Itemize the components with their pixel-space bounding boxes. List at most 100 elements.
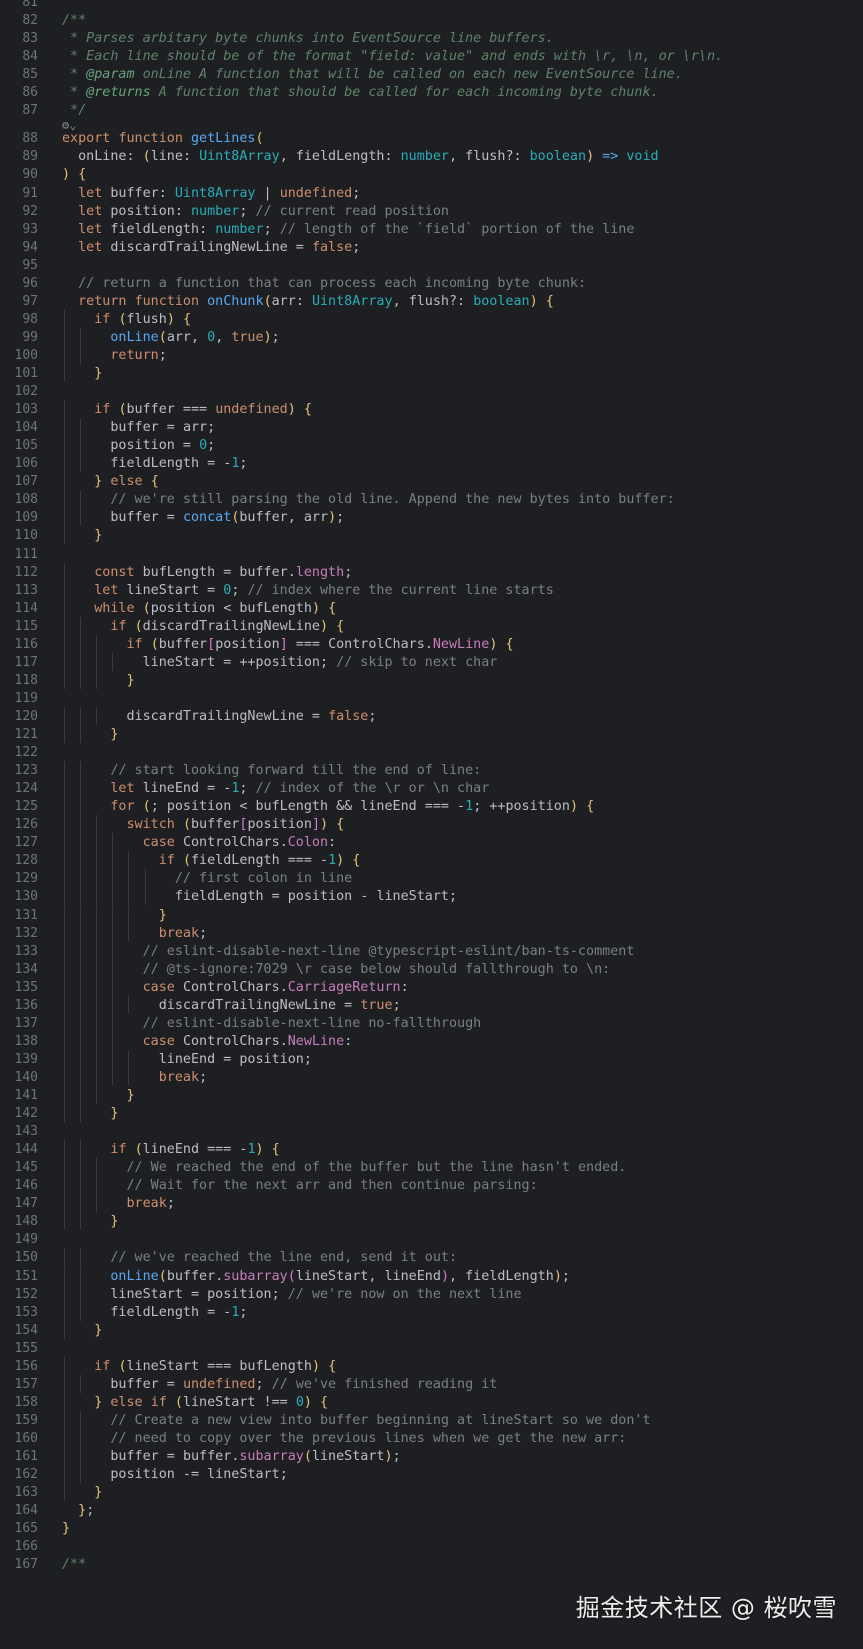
line-number[interactable]: 146 bbox=[0, 1176, 38, 1195]
code-line[interactable]: 140 break; bbox=[0, 1068, 863, 1087]
code-line[interactable]: 93 let fieldLength: number; // length of… bbox=[0, 220, 863, 239]
line-number[interactable]: 90 bbox=[0, 165, 38, 184]
code-line[interactable]: 160 // need to copy over the previous li… bbox=[0, 1429, 863, 1448]
code-line[interactable]: 137 // eslint-disable-next-line no-fallt… bbox=[0, 1014, 863, 1033]
line-number[interactable]: 129 bbox=[0, 869, 38, 888]
code-line[interactable]: 122 bbox=[0, 743, 863, 762]
code-line[interactable]: 85 * @param onLine A function that will … bbox=[0, 65, 863, 84]
line-number[interactable]: 111 bbox=[0, 545, 38, 564]
code-line[interactable]: 90) { bbox=[0, 165, 863, 184]
code-line[interactable]: 106 fieldLength = -1; bbox=[0, 454, 863, 473]
line-number[interactable]: 161 bbox=[0, 1447, 38, 1466]
code-line[interactable]: 95 bbox=[0, 256, 863, 275]
line-number[interactable]: 95 bbox=[0, 256, 38, 275]
code-line[interactable]: 101 } bbox=[0, 364, 863, 383]
code-line[interactable]: 114 while (position < bufLength) { bbox=[0, 599, 863, 618]
line-number[interactable]: 159 bbox=[0, 1411, 38, 1430]
code-line[interactable]: 84 * Each line should be of the format "… bbox=[0, 47, 863, 66]
code-line[interactable]: 143 bbox=[0, 1122, 863, 1141]
code-line[interactable]: 104 buffer = arr; bbox=[0, 418, 863, 437]
line-number[interactable]: 157 bbox=[0, 1375, 38, 1394]
code-line[interactable]: 166 bbox=[0, 1537, 863, 1556]
code-line[interactable]: 108 // we're still parsing the old line.… bbox=[0, 490, 863, 509]
code-line[interactable]: 129 // first colon in line bbox=[0, 869, 863, 888]
vcs-author-icon[interactable]: ⚙⌄ bbox=[62, 117, 76, 133]
code-line[interactable]: 112 const bufLength = buffer.length; bbox=[0, 563, 863, 582]
code-line[interactable]: 87 */ bbox=[0, 101, 863, 120]
line-number[interactable]: 106 bbox=[0, 454, 38, 473]
code-line[interactable]: 147 break; bbox=[0, 1194, 863, 1213]
line-number[interactable]: 102 bbox=[0, 382, 38, 401]
line-number[interactable]: 92 bbox=[0, 202, 38, 221]
code-editor[interactable]: 81 82/** 83 * Parses arbitary byte chunks … bbox=[0, 0, 863, 1649]
code-line[interactable]: 88 export function getLines( bbox=[0, 129, 863, 148]
line-number[interactable]: 115 bbox=[0, 617, 38, 636]
code-line[interactable]: 91 let buffer: Uint8Array | undefined; bbox=[0, 184, 863, 203]
line-number[interactable]: 110 bbox=[0, 526, 38, 545]
code-line[interactable]: 161 buffer = buffer.subarray(lineStart); bbox=[0, 1447, 863, 1466]
code-line[interactable]: 120 discardTrailingNewLine = false; bbox=[0, 707, 863, 726]
line-number[interactable]: 126 bbox=[0, 815, 38, 834]
code-line[interactable]: 139 lineEnd = position; bbox=[0, 1050, 863, 1069]
code-line[interactable]: 158 } else if (lineStart !== 0) { bbox=[0, 1393, 863, 1412]
code-line[interactable]: 89 onLine: (line: Uint8Array, fieldLengt… bbox=[0, 147, 863, 166]
code-line[interactable]: 98 if (flush) { bbox=[0, 310, 863, 329]
code-line[interactable]: 105 position = 0; bbox=[0, 436, 863, 455]
code-line[interactable]: 157 buffer = undefined; // we've finishe… bbox=[0, 1375, 863, 1394]
line-number[interactable]: 101 bbox=[0, 364, 38, 383]
code-line[interactable]: 123 // start looking forward till the en… bbox=[0, 761, 863, 780]
code-line[interactable]: 132 break; bbox=[0, 924, 863, 943]
line-number[interactable]: 104 bbox=[0, 418, 38, 437]
line-number[interactable]: 128 bbox=[0, 851, 38, 870]
line-number[interactable]: 140 bbox=[0, 1068, 38, 1087]
code-line[interactable]: 131 } bbox=[0, 906, 863, 925]
code-line[interactable]: 116 if (buffer[position] === ControlChar… bbox=[0, 635, 863, 654]
line-number[interactable]: 121 bbox=[0, 725, 38, 744]
code-line[interactable]: 118 } bbox=[0, 671, 863, 690]
code-line[interactable]: 128 if (fieldLength === -1) { bbox=[0, 851, 863, 870]
line-number[interactable]: 96 bbox=[0, 274, 38, 293]
line-number[interactable]: 94 bbox=[0, 238, 38, 257]
line-number[interactable]: 138 bbox=[0, 1032, 38, 1051]
line-number[interactable]: 153 bbox=[0, 1303, 38, 1322]
code-line[interactable]: 133 // eslint-disable-next-line @typescr… bbox=[0, 942, 863, 961]
line-number[interactable]: 93 bbox=[0, 220, 38, 239]
code-line[interactable]: 134 // @ts-ignore:7029 \r case below sho… bbox=[0, 960, 863, 979]
line-number[interactable]: 132 bbox=[0, 924, 38, 943]
line-number[interactable]: 154 bbox=[0, 1321, 38, 1340]
line-number[interactable]: 144 bbox=[0, 1140, 38, 1159]
code-line[interactable]: 138 case ControlChars.NewLine: bbox=[0, 1032, 863, 1051]
code-line[interactable]: 155 bbox=[0, 1339, 863, 1358]
code-line[interactable]: 86 * @returns A function that should be … bbox=[0, 83, 863, 102]
code-line[interactable]: 136 discardTrailingNewLine = true; bbox=[0, 996, 863, 1015]
code-line[interactable]: 141 } bbox=[0, 1086, 863, 1105]
line-number[interactable]: 130 bbox=[0, 887, 38, 906]
line-number[interactable]: 91 bbox=[0, 184, 38, 203]
line-number[interactable]: 112 bbox=[0, 563, 38, 582]
code-line[interactable]: 115 if (discardTrailingNewLine) { bbox=[0, 617, 863, 636]
line-number[interactable]: 107 bbox=[0, 472, 38, 491]
code-line[interactable]: 82 /** bbox=[0, 11, 863, 30]
code-line[interactable]: 107 } else { bbox=[0, 472, 863, 491]
line-number[interactable]: 145 bbox=[0, 1158, 38, 1177]
line-number[interactable]: 139 bbox=[0, 1050, 38, 1069]
line-number[interactable]: 148 bbox=[0, 1212, 38, 1231]
code-line[interactable]: 83 * Parses arbitary byte chunks into Ev… bbox=[0, 29, 863, 48]
code-line[interactable]: 127 case ControlChars.Colon: bbox=[0, 833, 863, 852]
line-number[interactable]: 142 bbox=[0, 1104, 38, 1123]
line-number[interactable]: 87 bbox=[0, 101, 38, 120]
line-number[interactable]: 86 bbox=[0, 83, 38, 102]
line-number[interactable]: 156 bbox=[0, 1357, 38, 1376]
code-line[interactable]: 100 return; bbox=[0, 346, 863, 365]
line-number[interactable]: 131 bbox=[0, 906, 38, 925]
line-number[interactable]: 120 bbox=[0, 707, 38, 726]
code-line[interactable]: 97 return function onChunk(arr: Uint8Arr… bbox=[0, 292, 863, 311]
code-line[interactable]: 162 position -= lineStart; bbox=[0, 1465, 863, 1484]
line-number[interactable]: 125 bbox=[0, 797, 38, 816]
code-line[interactable]: 110 } bbox=[0, 526, 863, 545]
line-number[interactable]: 97 bbox=[0, 292, 38, 311]
code-line[interactable]: 165} bbox=[0, 1519, 863, 1538]
line-number[interactable]: 155 bbox=[0, 1339, 38, 1358]
line-number[interactable]: 98 bbox=[0, 310, 38, 329]
line-number[interactable]: 147 bbox=[0, 1194, 38, 1213]
